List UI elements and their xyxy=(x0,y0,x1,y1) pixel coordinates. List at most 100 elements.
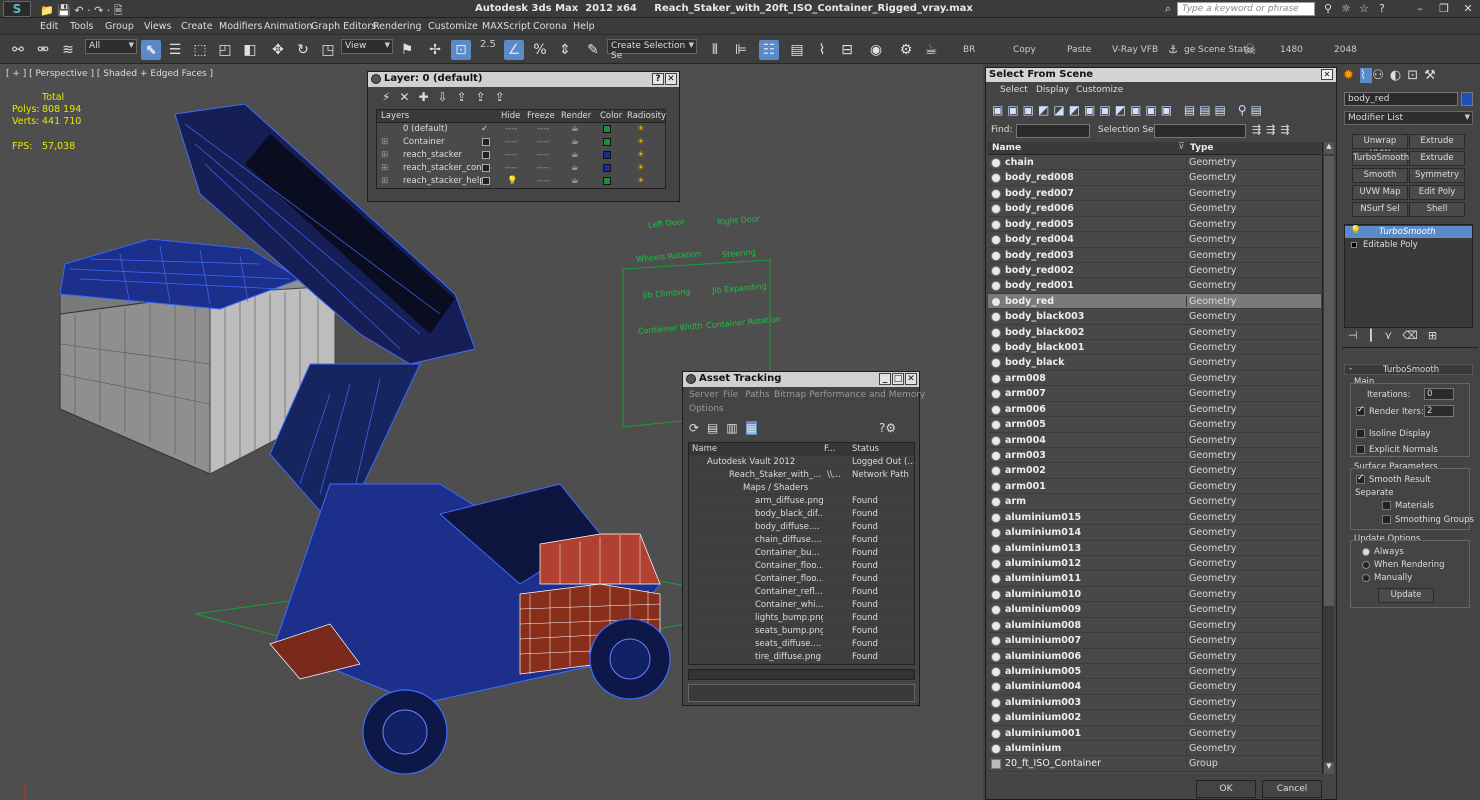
menu-create[interactable]: Create xyxy=(181,21,213,32)
isoline-checkbox[interactable] xyxy=(1356,429,1365,438)
cancel-button[interactable]: Cancel xyxy=(1262,780,1322,798)
radiosity-icon[interactable]: ☀ xyxy=(637,150,645,160)
scene-object-row[interactable]: arm006 Geometry xyxy=(988,402,1321,418)
layer-name[interactable]: Container xyxy=(403,137,445,147)
scene-object-row[interactable]: body_red005 Geometry xyxy=(988,217,1321,233)
render-teapot-icon[interactable]: ☕ xyxy=(571,124,579,134)
mod-button-edit-poly[interactable]: Edit Poly xyxy=(1409,185,1465,200)
asset-name[interactable]: Container_floo... xyxy=(755,561,823,571)
render-iters-checkbox[interactable]: ✓ xyxy=(1356,405,1365,416)
asset-row[interactable]: arm_diffuse.png Found xyxy=(689,495,914,508)
scene-object-row[interactable]: body_red006 Geometry xyxy=(988,201,1321,217)
layer-manager-window[interactable]: Layer: 0 (default) ? ✕ ⚡✕✚⇩⇪⇪⇪ Layers Hid… xyxy=(367,71,680,202)
mod-button-extrude[interactable]: Extrude xyxy=(1409,134,1465,149)
angle-snap-icon[interactable]: ∠ xyxy=(504,40,524,60)
render-teapot-icon[interactable]: ☕ xyxy=(571,150,579,160)
render-icon[interactable]: ☕ xyxy=(921,40,941,60)
scene-list-scrollbar[interactable]: ▲ ▼ xyxy=(1322,142,1334,774)
col-freeze[interactable]: Freeze xyxy=(527,111,555,121)
keyboard-shortcut-icon[interactable]: ⊡ xyxy=(451,40,471,60)
asset-row[interactable]: Container_floo... Found xyxy=(689,560,914,573)
col-radiosity[interactable]: Radiosity xyxy=(627,111,666,121)
snap-toggle[interactable]: 2.5 xyxy=(480,39,496,50)
spinner-snap-icon[interactable]: ⇕ xyxy=(555,40,575,60)
select-manipulate-icon[interactable]: ✢ xyxy=(425,40,445,60)
expand-box-icon[interactable] xyxy=(1351,242,1357,248)
scrollbar-thumb[interactable] xyxy=(1324,156,1334,606)
layer-row[interactable]: ⊞ reach_stacker ---- ---- ☕ ☀ xyxy=(377,149,665,162)
rect-selection-icon[interactable]: ⬚ xyxy=(190,40,210,60)
stack-tools[interactable]: ⊣┃⋎⌫⊞ xyxy=(1348,329,1447,342)
asset-path-field[interactable] xyxy=(688,684,915,702)
col-render[interactable]: Render xyxy=(561,111,591,121)
scene-object-row[interactable]: arm007 Geometry xyxy=(988,386,1321,402)
scene-object-row[interactable]: aluminium006 Geometry xyxy=(988,649,1321,664)
smooth-result-checkbox[interactable]: ✓ xyxy=(1356,473,1365,484)
mod-button-turbosmooth[interactable]: TurboSmooth xyxy=(1352,151,1409,166)
select-menu-customize[interactable]: Customize xyxy=(1076,85,1123,95)
curve-editor-icon[interactable]: ⌇ xyxy=(812,40,832,60)
asset-row[interactable]: Container_whi... Found xyxy=(689,599,914,612)
col-full-path[interactable]: F... xyxy=(824,444,836,454)
menu-modifiers[interactable]: Modifiers xyxy=(219,21,262,32)
stack-item-editable-poly[interactable]: Editable Poly xyxy=(1345,239,1472,251)
asset-row[interactable]: chain_diffuse.... Found xyxy=(689,534,914,547)
hide-toggle[interactable]: ---- xyxy=(505,137,517,147)
scene-object-row[interactable]: arm Geometry xyxy=(988,494,1321,510)
menu-maxscript[interactable]: MAXScript xyxy=(482,21,531,32)
mod-button-symmetry[interactable]: Symmetry xyxy=(1409,168,1465,183)
scene-object-row[interactable]: body_red003 Geometry xyxy=(988,248,1321,263)
scene-object-row[interactable]: arm001 Geometry xyxy=(988,479,1321,495)
select-by-name-icon[interactable]: ☰ xyxy=(165,40,185,60)
layer-row[interactable]: ⊞ reach_stacker_cont ---- ---- ☕ ☀ xyxy=(377,162,665,175)
layer-manager-icon[interactable]: ☷ xyxy=(759,40,779,60)
asset-menu-paths[interactable]: Paths xyxy=(745,390,769,400)
toolbar-label-scene-stat[interactable]: ge Scene Stat xyxy=(1184,45,1247,55)
unlink-icon[interactable]: ⚮ xyxy=(33,40,53,60)
scene-object-row[interactable]: arm003 Geometry xyxy=(988,448,1321,464)
asset-row[interactable]: tire_diffuse.png Found xyxy=(689,651,914,664)
update-button[interactable]: Update xyxy=(1378,588,1434,603)
scene-object-row[interactable]: aluminium013 Geometry xyxy=(988,541,1321,556)
freeze-toggle[interactable]: ---- xyxy=(537,124,549,134)
asset-name[interactable]: seats_diffuse.... xyxy=(755,639,823,649)
toolbar-label-paste[interactable]: Paste xyxy=(1067,45,1091,55)
find-input[interactable] xyxy=(1016,124,1090,138)
freeze-toggle[interactable]: ---- xyxy=(537,137,549,147)
selection-set-buttons[interactable]: ⇶⇶⇶ xyxy=(1252,123,1295,136)
asset-hscrollbar[interactable] xyxy=(688,669,915,680)
filter-toolbar[interactable]: ▣▣▣◩◪◩▣▣◩▣▣▣ ▤▤▤ ⚲▤ xyxy=(992,103,1266,121)
menu-animation[interactable]: Animation xyxy=(264,21,312,32)
lightbulb-icon[interactable]: 💡 xyxy=(507,176,518,186)
freeze-toggle[interactable]: ---- xyxy=(537,176,549,186)
scene-object-list[interactable]: chain Geometry body_red008 Geometry body_red… xyxy=(988,155,1321,774)
current-layer-checkbox[interactable] xyxy=(482,151,490,159)
scene-object-row[interactable]: aluminium003 Geometry xyxy=(988,695,1321,711)
close-button[interactable]: ✕ xyxy=(1321,69,1333,80)
render-teapot-icon[interactable]: ☕ xyxy=(571,137,579,147)
asset-row[interactable]: Container_bu... Found xyxy=(689,547,914,560)
radiosity-icon[interactable]: ☀ xyxy=(637,137,645,147)
mirror-icon[interactable]: ⫴ xyxy=(705,40,725,60)
asset-menu-bitmap[interactable]: Bitmap Performance and Memory xyxy=(774,390,925,400)
asset-name[interactable]: Container_refl... xyxy=(755,587,823,597)
scene-object-row[interactable]: arm002 Geometry xyxy=(988,463,1321,479)
scene-object-row[interactable]: aluminium015 Geometry xyxy=(988,510,1321,526)
radiosity-icon[interactable]: ☀ xyxy=(637,163,645,173)
hide-toggle[interactable]: ---- xyxy=(505,163,517,173)
selection-set-dropdown[interactable] xyxy=(1154,124,1246,138)
asset-name[interactable]: seats_bump.png xyxy=(755,626,823,636)
select-window-titlebar[interactable]: Select From Scene ✕ xyxy=(986,68,1336,82)
asset-name[interactable]: body_black_dif... xyxy=(755,509,823,519)
scroll-up-icon[interactable]: ▲ xyxy=(1324,142,1334,154)
select-from-scene-window[interactable]: Select From Scene ✕ Select Display Custo… xyxy=(985,67,1337,800)
material-editor-icon[interactable]: ◉ xyxy=(866,40,886,60)
asset-row[interactable]: lights_bump.png Found xyxy=(689,612,914,625)
stack-item-turbosmooth[interactable]: 💡 TurboSmooth xyxy=(1345,226,1472,238)
col-color[interactable]: Color xyxy=(600,111,622,121)
close-icon[interactable]: ✕ xyxy=(1460,2,1476,15)
materials-checkbox[interactable] xyxy=(1382,501,1391,510)
scene-object-row[interactable]: body_red004 Geometry xyxy=(988,232,1321,248)
asset-row[interactable]: Container_refl... Found xyxy=(689,586,914,599)
asset-name[interactable]: Autodesk Vault 2012 xyxy=(707,457,822,467)
